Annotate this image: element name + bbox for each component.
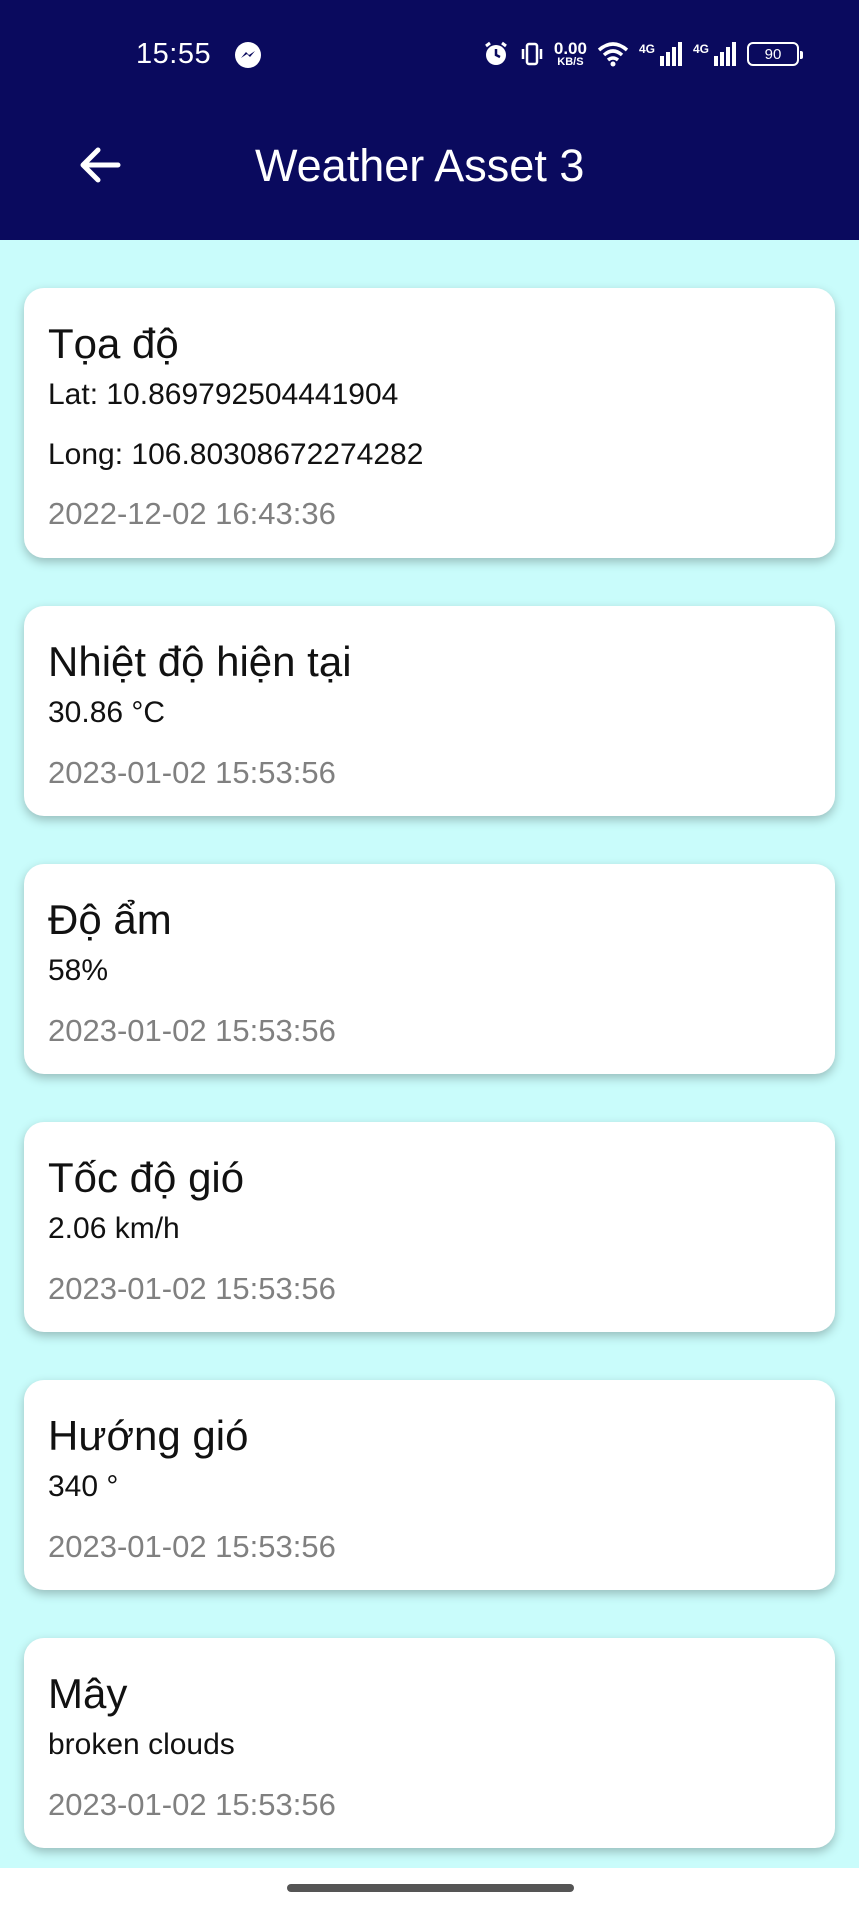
- app-header: 15:55 0.00 KB/S 4G 4G 90 Weather Asset 3: [0, 0, 859, 240]
- network-speed-unit: KB/S: [557, 56, 584, 68]
- signal-1-label: 4G: [638, 42, 655, 56]
- signal-1: 4G: [639, 42, 683, 66]
- humidity-card[interactable]: Độ ẩm 58% 2023-01-02 15:53:56: [24, 864, 835, 1074]
- page-title: Weather Asset 3: [255, 140, 585, 191]
- temperature-card[interactable]: Nhiệt độ hiện tại 30.86 °C 2023-01-02 15…: [24, 606, 835, 816]
- status-time: 15:55: [136, 38, 212, 70]
- wifi-icon: [597, 40, 629, 68]
- messenger-icon: [233, 40, 263, 70]
- card-timestamp: 2023-01-02 15:53:56: [48, 1786, 336, 1822]
- card-timestamp: 2023-01-02 15:53:56: [48, 1528, 336, 1564]
- card-title: Nhiệt độ hiện tại: [48, 638, 352, 685]
- network-speed: 0.00 KB/S: [554, 40, 587, 68]
- temperature-value: 30.86 °C: [48, 696, 166, 730]
- card-title: Tốc độ gió: [48, 1154, 245, 1201]
- battery-icon: 90: [747, 42, 803, 66]
- signal-bars-icon: [713, 42, 737, 66]
- clouds-card[interactable]: Mây broken clouds 2023-01-02 15:53:56: [24, 1638, 835, 1848]
- wind-direction-value: 340 °: [48, 1470, 119, 1504]
- card-title: Mây: [48, 1670, 128, 1717]
- network-speed-value: 0.00: [553, 39, 587, 58]
- signal-2: 4G: [693, 42, 737, 66]
- longitude-value: Long: 106.80308672274282: [48, 437, 424, 471]
- signal-bars-icon: [659, 42, 683, 66]
- back-button[interactable]: [72, 140, 128, 190]
- status-icons: 0.00 KB/S 4G 4G 90: [482, 36, 803, 72]
- card-timestamp: 2023-01-02 15:53:56: [48, 1270, 336, 1306]
- card-timestamp: 2023-01-02 15:53:56: [48, 1012, 336, 1048]
- wind-speed-card[interactable]: Tốc độ gió 2.06 km/h 2023-01-02 15:53:56: [24, 1122, 835, 1332]
- wind-direction-card[interactable]: Hướng gió 340 ° 2023-01-02 15:53:56: [24, 1380, 835, 1590]
- card-title: Hướng gió: [48, 1412, 249, 1459]
- wind-speed-value: 2.06 km/h: [48, 1212, 180, 1246]
- arrow-left-icon: [80, 147, 121, 183]
- card-title: Độ ẩm: [48, 896, 172, 943]
- signal-2-label: 4G: [692, 42, 709, 56]
- status-bar: 15:55 0.00 KB/S 4G 4G 90: [0, 0, 859, 100]
- card-title: Tọa độ: [48, 320, 179, 367]
- latitude-value: Lat: 10.869792504441904: [48, 378, 399, 412]
- card-timestamp: 2022-12-02 16:43:36: [48, 496, 336, 532]
- alarm-icon: [482, 40, 510, 68]
- clouds-value: broken clouds: [48, 1728, 235, 1762]
- coordinates-card[interactable]: Tọa độ Lat: 10.869792504441904 Long: 106…: [24, 288, 835, 558]
- battery-level: 90: [764, 45, 782, 63]
- home-gesture-handle[interactable]: [287, 1884, 574, 1892]
- vibrate-icon: [520, 40, 544, 68]
- card-timestamp: 2023-01-02 15:53:56: [48, 754, 336, 790]
- humidity-value: 58%: [48, 954, 109, 988]
